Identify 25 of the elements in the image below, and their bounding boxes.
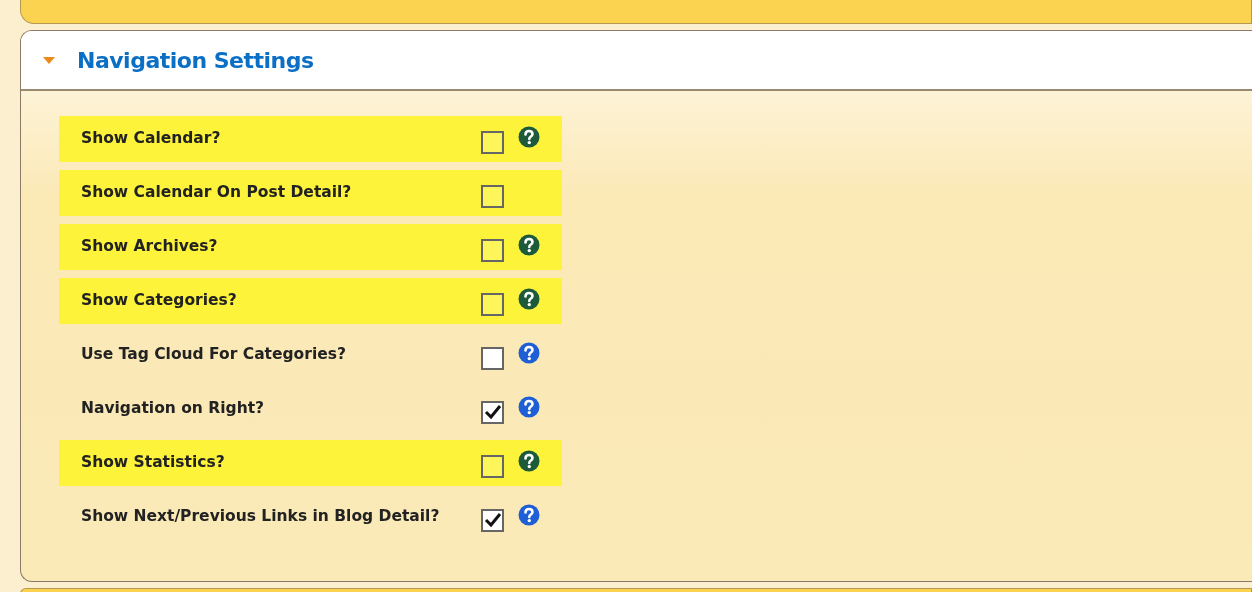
setting-label: Show Calendar On Post Detail? bbox=[81, 182, 353, 204]
help-icon[interactable] bbox=[518, 341, 540, 364]
checkbox[interactable] bbox=[481, 292, 504, 316]
checkbox[interactable] bbox=[481, 238, 504, 262]
checkbox[interactable] bbox=[481, 508, 504, 532]
caret-icon[interactable] bbox=[43, 56, 55, 64]
help-icon[interactable] bbox=[518, 125, 540, 148]
help-icon[interactable] bbox=[518, 233, 540, 256]
setting-label: Show Next/Previous Links in Blog Detail? bbox=[81, 506, 441, 528]
setting-label: Show Categories? bbox=[81, 290, 238, 312]
setting-label: Navigation on Right? bbox=[81, 398, 266, 420]
help-icon[interactable] bbox=[518, 287, 540, 310]
checkbox[interactable] bbox=[481, 400, 504, 424]
setting-label: Show Archives? bbox=[81, 236, 219, 258]
checkbox[interactable] bbox=[481, 454, 504, 478]
help-icon[interactable] bbox=[518, 503, 540, 526]
checkbox[interactable] bbox=[481, 346, 504, 370]
setting-label: Show Calendar? bbox=[81, 128, 222, 150]
setting-label: Use Tag Cloud For Categories? bbox=[81, 344, 347, 366]
checkbox[interactable] bbox=[481, 130, 504, 154]
panel-title: Navigation Settings bbox=[77, 46, 314, 75]
setting-label: Show Statistics? bbox=[81, 452, 226, 474]
help-icon[interactable] bbox=[518, 449, 540, 472]
checkbox[interactable] bbox=[481, 184, 504, 208]
help-icon[interactable] bbox=[518, 395, 540, 418]
